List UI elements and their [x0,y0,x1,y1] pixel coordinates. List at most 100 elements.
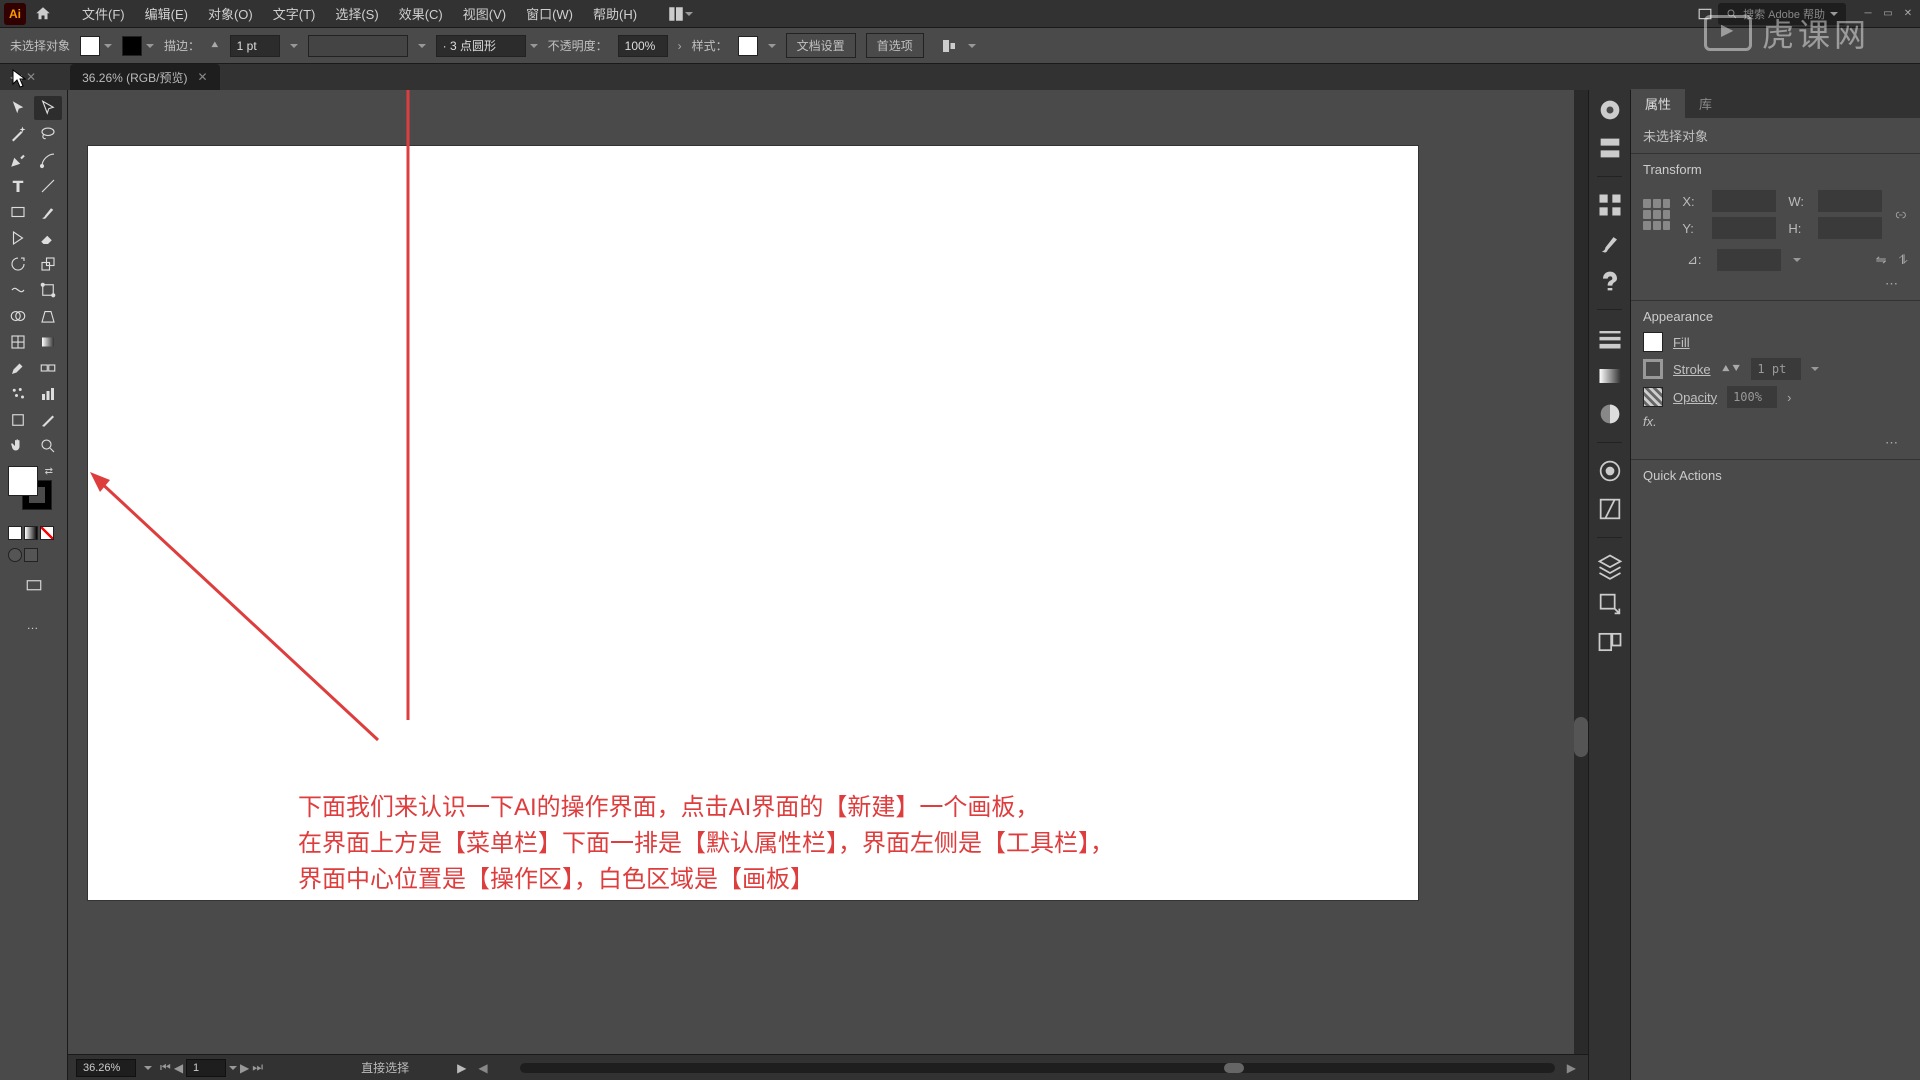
pen-tool[interactable] [4,148,32,172]
flip-v-icon[interactable]: ⥮ [1899,252,1908,268]
tab-libraries[interactable]: 库 [1685,89,1726,118]
fill-color-swatch[interactable] [1643,332,1663,352]
nav-next[interactable]: ▶ [240,1061,249,1075]
transform-w-input[interactable] [1818,190,1882,212]
arrange-docs-icon[interactable] [667,5,685,23]
draw-normal[interactable] [8,548,22,562]
draw-behind[interactable] [24,548,38,562]
appearance-panel-icon[interactable] [1596,457,1624,485]
link-wh-icon[interactable] [1894,207,1908,223]
blend-tool[interactable] [34,356,62,380]
prefs-button[interactable]: 首选项 [866,33,924,58]
brushes-panel-icon[interactable] [1596,229,1624,257]
help-search[interactable]: 搜索 Adobe 帮助 [1718,3,1846,25]
fill-swatch[interactable] [80,36,100,56]
menu-edit[interactable]: 编辑(E) [135,0,198,27]
direct-selection-tool[interactable] [34,96,62,120]
canvas-area[interactable]: 下面我们来认识一下AI的操作界面，点击AI界面的【新建】一个画板， 在界面上方是… [68,90,1588,1080]
horizontal-scrollbar[interactable] [520,1063,1555,1073]
graph-tool[interactable] [34,382,62,406]
gradient-panel-icon[interactable] [1596,362,1624,390]
tab-properties[interactable]: 属性 [1631,89,1685,118]
artboard-index-input[interactable] [186,1059,226,1077]
fx-label[interactable]: fx. [1643,414,1657,429]
selection-tool[interactable] [4,96,32,120]
rotate-tool[interactable] [4,252,32,276]
menu-file[interactable]: 文件(F) [72,0,135,27]
transform-angle-input[interactable] [1717,249,1781,271]
mode-gradient[interactable] [24,526,38,540]
eyedropper-tool[interactable] [4,356,32,380]
close-button[interactable]: ✕ [1900,7,1916,21]
curvature-tool[interactable] [34,148,62,172]
hscroll-left[interactable]: ◀ [474,1061,491,1075]
hscroll-right[interactable]: ▶ [1563,1061,1580,1075]
color-guide-icon[interactable] [1596,134,1624,162]
menu-effect[interactable]: 效果(C) [389,0,453,27]
menu-select[interactable]: 选择(S) [325,0,388,27]
artboard-tool[interactable] [4,408,32,432]
hand-tool[interactable] [4,434,32,458]
transform-x-input[interactable] [1712,190,1776,212]
type-tool[interactable] [4,174,32,198]
mesh-tool[interactable] [4,330,32,354]
artboards-panel-icon[interactable] [1596,628,1624,656]
mode-none[interactable] [40,526,54,540]
free-transform-tool[interactable] [34,278,62,302]
stroke-width-input[interactable] [230,35,280,57]
fill-color[interactable] [8,466,38,496]
zoom-input[interactable] [76,1059,136,1077]
dash-input[interactable] [436,35,526,57]
scale-tool[interactable] [34,252,62,276]
window-layout-icon[interactable] [1698,7,1712,21]
stroke-color-swatch[interactable] [1643,359,1663,379]
appearance-more[interactable]: ⋯ [1643,435,1908,451]
stroke-swatch[interactable] [122,36,142,56]
gradient-tool[interactable] [34,330,62,354]
menu-window[interactable]: 窗口(W) [516,0,583,27]
eraser-tool[interactable] [34,226,62,250]
panel-opacity-input[interactable] [1727,386,1777,408]
style-swatch[interactable] [738,36,758,56]
stroke-panel-icon[interactable] [1596,324,1624,352]
asset-export-icon[interactable] [1596,590,1624,618]
wand-tool[interactable] [4,122,32,146]
edit-toolbar[interactable]: … [4,618,63,632]
tab-close-prev[interactable]: ✕ [26,70,36,84]
panel-stroke-input[interactable] [1751,358,1801,380]
document-tab[interactable]: 36.26% (RGB/预览) ✕ [70,64,219,90]
color-picker[interactable]: ⇄ [8,466,59,516]
color-panel-icon[interactable] [1596,96,1624,124]
transparency-panel-icon[interactable] [1596,400,1624,428]
minimize-button[interactable]: ─ [1860,7,1876,21]
shape-builder-tool[interactable] [4,304,32,328]
nav-prev[interactable]: ◀ [174,1061,183,1075]
lasso-tool[interactable] [34,122,62,146]
menu-help[interactable]: 帮助(H) [583,0,647,27]
menu-view[interactable]: 视图(V) [453,0,516,27]
opacity-more[interactable]: › [678,39,682,53]
line-tool[interactable] [34,174,62,198]
brush-tool[interactable] [34,200,62,224]
opacity-input[interactable] [618,35,668,57]
shaper-tool[interactable] [4,226,32,250]
graphic-styles-icon[interactable] [1596,495,1624,523]
doc-setup-button[interactable]: 文档设置 [786,33,856,58]
vertical-scrollbar[interactable] [1574,90,1588,1054]
menu-type[interactable]: 文字(T) [263,0,326,27]
layers-panel-icon[interactable] [1596,552,1624,580]
symbol-sprayer-tool[interactable] [4,382,32,406]
menu-object[interactable]: 对象(O) [198,0,263,27]
status-more[interactable]: ▶ [457,1061,466,1075]
nav-last[interactable]: ⏭ [252,1060,263,1075]
align-icon[interactable] [940,37,958,55]
brush-def-input[interactable] [308,35,408,57]
transform-more[interactable]: ⋯ [1643,276,1908,292]
nav-first[interactable]: ⏮ [160,1060,171,1075]
home-icon[interactable] [34,5,52,23]
transform-y-input[interactable] [1712,217,1776,239]
reference-point[interactable] [1643,199,1670,231]
zoom-tool[interactable] [34,434,62,458]
screen-mode[interactable] [20,574,48,598]
arrange-dropdown[interactable] [685,12,693,16]
